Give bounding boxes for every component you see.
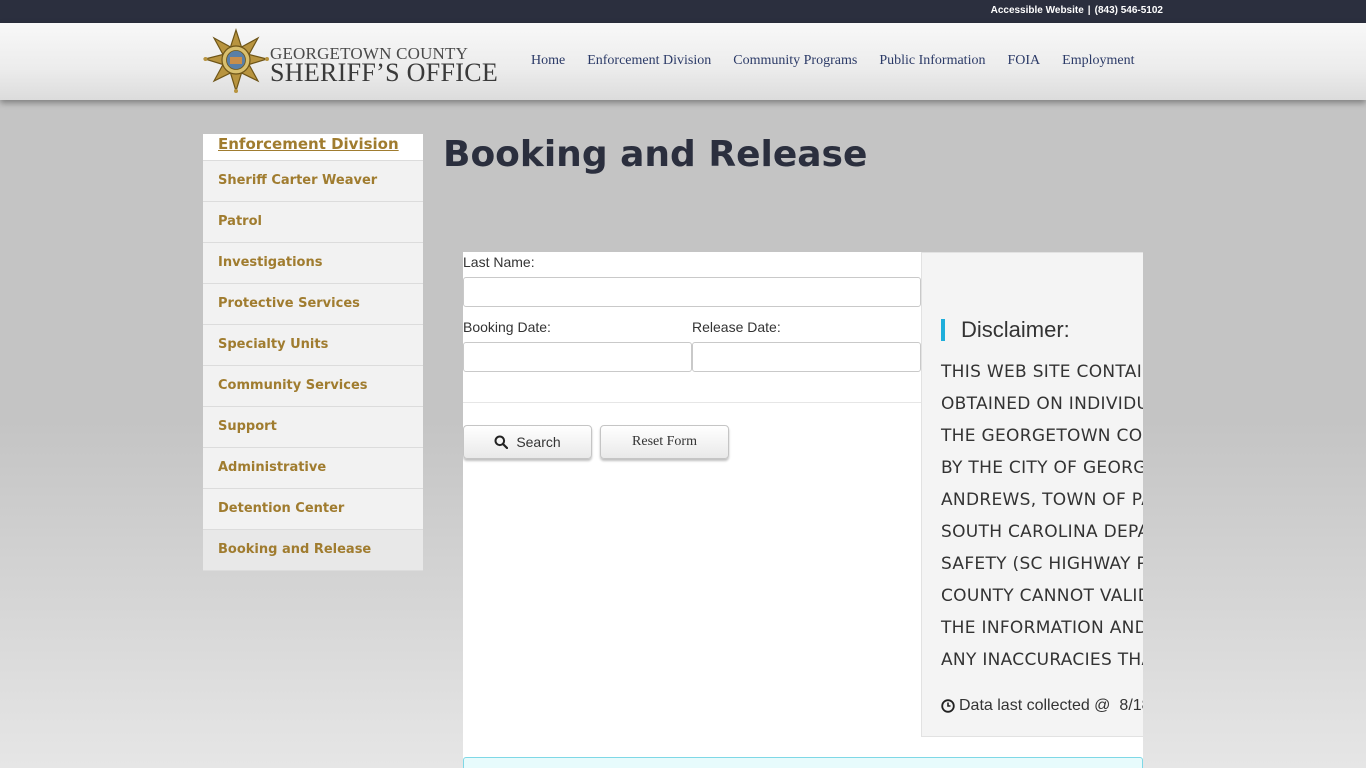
- reset-form-button[interactable]: Reset Form: [600, 425, 729, 459]
- disclaimer-line: THE GEORGETOWN COUN: [941, 426, 1143, 446]
- sidebar-item-investigations[interactable]: Investigations: [203, 243, 423, 284]
- nav-community-programs[interactable]: Community Programs: [722, 53, 868, 69]
- data-collected-info: Data last collected @ 8/18: [941, 697, 1143, 715]
- results-info-bar: [463, 757, 1143, 768]
- disclaimer-text: THIS WEB SITE CONTAINS OBTAINED ON INDIV…: [941, 356, 1143, 676]
- release-date-label: Release Date:: [692, 319, 781, 335]
- release-date-input[interactable]: [692, 342, 921, 372]
- data-collected-label: Data last collected @: [959, 697, 1111, 714]
- disclaimer-line: ANDREWS, TOWN OF PAW: [941, 490, 1143, 510]
- disclaimer-line: BY THE CITY OF GEORGE: [941, 458, 1143, 478]
- logo-office-text: SHERIFF’S OFFICE: [270, 58, 499, 87]
- accessible-website-link[interactable]: Accessible Website: [991, 5, 1084, 16]
- disclaimer-box: Disclaimer: THIS WEB SITE CONTAINS OBTAI…: [921, 252, 1143, 737]
- disclaimer-line: SAFETY (SC HIGHWAY PA: [941, 554, 1143, 574]
- nav-foia[interactable]: FOIA: [996, 53, 1051, 69]
- search-panel: Last Name: Booking Date: Release Date: S…: [463, 252, 1143, 768]
- sidebar-item-administrative[interactable]: Administrative: [203, 448, 423, 489]
- main-nav: Home Enforcement Division Community Prog…: [520, 53, 1145, 69]
- search-icon: [494, 435, 509, 449]
- sidebar-item-protective-services[interactable]: Protective Services: [203, 284, 423, 325]
- sidebar-item-support[interactable]: Support: [203, 407, 423, 448]
- disclaimer-line: ANY INACCURACIES THAT: [941, 650, 1143, 670]
- sidebar-item-community-services[interactable]: Community Services: [203, 366, 423, 407]
- disclaimer-line: THE INFORMATION AND: [941, 618, 1143, 638]
- nav-public-information[interactable]: Public Information: [868, 53, 996, 69]
- sidebar-title[interactable]: Enforcement Division: [203, 134, 423, 161]
- data-collected-value: 8/18: [1119, 697, 1143, 714]
- top-utility-bar: Accessible Website | (843) 546-5102: [0, 0, 1366, 23]
- disclaimer-line: OBTAINED ON INDIVIDUAL: [941, 394, 1143, 414]
- phone-link[interactable]: (843) 546-5102: [1095, 5, 1163, 16]
- topbar-separator: |: [1087, 5, 1091, 16]
- clock-icon: [941, 699, 955, 713]
- sheriff-star-badge-icon: [203, 28, 269, 94]
- sidebar-item-patrol[interactable]: Patrol: [203, 202, 423, 243]
- sidebar-item-booking-and-release[interactable]: Booking and Release: [203, 530, 423, 571]
- sidebar-item-specialty-units[interactable]: Specialty Units: [203, 325, 423, 366]
- topbar-links: Accessible Website | (843) 546-5102: [991, 5, 1163, 16]
- disclaimer-line: SOUTH CAROLINA DEPAR: [941, 522, 1143, 542]
- booking-date-input[interactable]: [463, 342, 692, 372]
- sidebar-item-detention-center[interactable]: Detention Center: [203, 489, 423, 530]
- search-button[interactable]: Search: [463, 425, 592, 459]
- disclaimer-line: THIS WEB SITE CONTAINS: [941, 362, 1143, 382]
- site-logo[interactable]: GEORGETOWN COUNTY SHERIFF’S OFFICE: [203, 28, 503, 94]
- form-divider: [463, 402, 921, 403]
- site-header: GEORGETOWN COUNTY SHERIFF’S OFFICE Home …: [0, 23, 1366, 100]
- nav-employment[interactable]: Employment: [1051, 53, 1145, 69]
- last-name-input[interactable]: [463, 277, 921, 307]
- disclaimer-line: COUNTY CANNOT VALIDA: [941, 586, 1143, 606]
- search-button-label: Search: [516, 434, 561, 450]
- last-name-label: Last Name:: [463, 254, 535, 270]
- sidebar: Enforcement Division Sheriff Carter Weav…: [203, 134, 423, 571]
- page-title: Booking and Release: [443, 134, 868, 175]
- booking-date-label: Booking Date:: [463, 319, 551, 335]
- sidebar-item-sheriff-carter-weaver[interactable]: Sheriff Carter Weaver: [203, 161, 423, 202]
- disclaimer-title: Disclaimer:: [941, 319, 1070, 341]
- nav-home[interactable]: Home: [520, 53, 576, 69]
- nav-enforcement-division[interactable]: Enforcement Division: [576, 53, 722, 69]
